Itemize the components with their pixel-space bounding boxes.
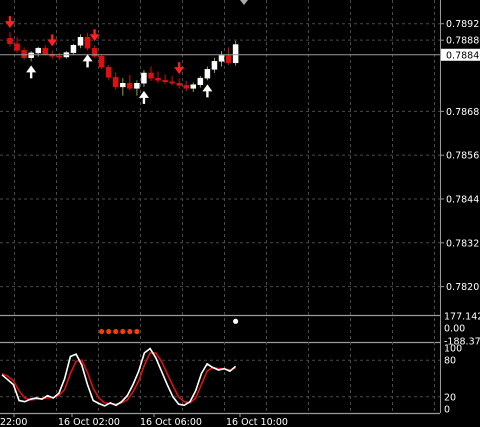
candle [211,61,218,70]
chart-grid [0,0,441,415]
current-price-label: 0.78840 [446,50,480,61]
candle [197,77,204,85]
price-axis-label: 0.78880 [446,36,480,47]
stoch-axis-label: 100 [444,344,462,355]
candle [14,43,20,51]
candle [7,38,13,45]
stoch-axis-label: 0 [444,405,450,416]
price-axis-label: 0.78685 [446,107,480,118]
candle [35,47,41,54]
signal-dot [233,318,239,324]
buy-arrow-shaft [206,90,209,98]
candle [21,50,27,58]
candle [162,80,168,83]
sell-arrow-icon [5,16,15,29]
price-axis-label: 0.78445 [446,194,480,205]
stochastic-pane[interactable] [0,347,440,407]
sell-arrow-head [5,21,15,29]
scroll-marker-icon[interactable] [240,0,248,5]
candle [70,45,77,53]
buy-arrow-shaft [142,96,146,104]
candle [42,47,48,55]
buy-arrow-shaft [86,60,89,68]
signal-axis-label: 0.00 [444,324,465,335]
time-axis-label: 16 Oct 06:00 [140,417,202,427]
candle [134,82,140,89]
buy-arrow-head [82,54,93,62]
candle [155,77,161,81]
price-pane[interactable] [0,16,440,104]
candle [225,55,232,64]
candle [204,69,211,79]
candle [56,55,63,58]
candle [127,82,133,89]
candle [218,55,225,62]
candle [148,72,154,79]
signal-dot [127,328,133,335]
signal-dot [134,328,140,335]
signal-axis-label: 177.142 [444,312,480,323]
candle [176,82,182,86]
stoch-series-line [1,347,237,407]
signal-dot [99,328,105,335]
candle [169,81,175,84]
time-axis-label: 22:00 [0,417,27,427]
buy-arrow-head [26,65,37,73]
candle [190,84,197,89]
buy-arrow-shaft [29,71,33,79]
candle [77,36,84,46]
stoch-axis-label: 80 [444,356,456,367]
stoch-axis-label: 20 [444,392,456,403]
signal-dot [120,328,126,335]
time-axis-label: 16 Oct 10:00 [226,417,288,427]
candle [183,85,189,89]
axis-labels: 0.78925 0.78880 0.78685 0.78565 0.78445 0.783… [0,19,480,427]
price-axis-label: 0.78925 [446,19,480,30]
buy-arrow-icon [202,84,213,98]
price-axis-label: 0.78565 [446,151,480,162]
buy-arrow-head [202,84,213,92]
price-axis-label: 0.78205 [446,282,480,293]
candle [84,36,91,49]
buy-arrow-icon [82,54,93,68]
time-axis-label: 16 Oct 02:00 [58,417,120,427]
candle [232,44,239,64]
candle [28,52,34,58]
candle [98,55,105,68]
price-axis-label: 0.78325 [446,238,480,249]
candle [120,82,126,88]
signal-dot [106,328,112,335]
candle [113,77,119,88]
signal-dot [113,328,119,335]
signal-indicator-pane[interactable] [99,318,239,335]
candle [141,72,147,84]
sell-arrow-icon [47,34,58,47]
trading-chart[interactable]: 0.78925 0.78880 0.78685 0.78565 0.78445 0.783… [0,0,480,427]
buy-arrow-icon [26,65,37,79]
sell-arrow-head [47,39,58,47]
candle [105,66,112,78]
